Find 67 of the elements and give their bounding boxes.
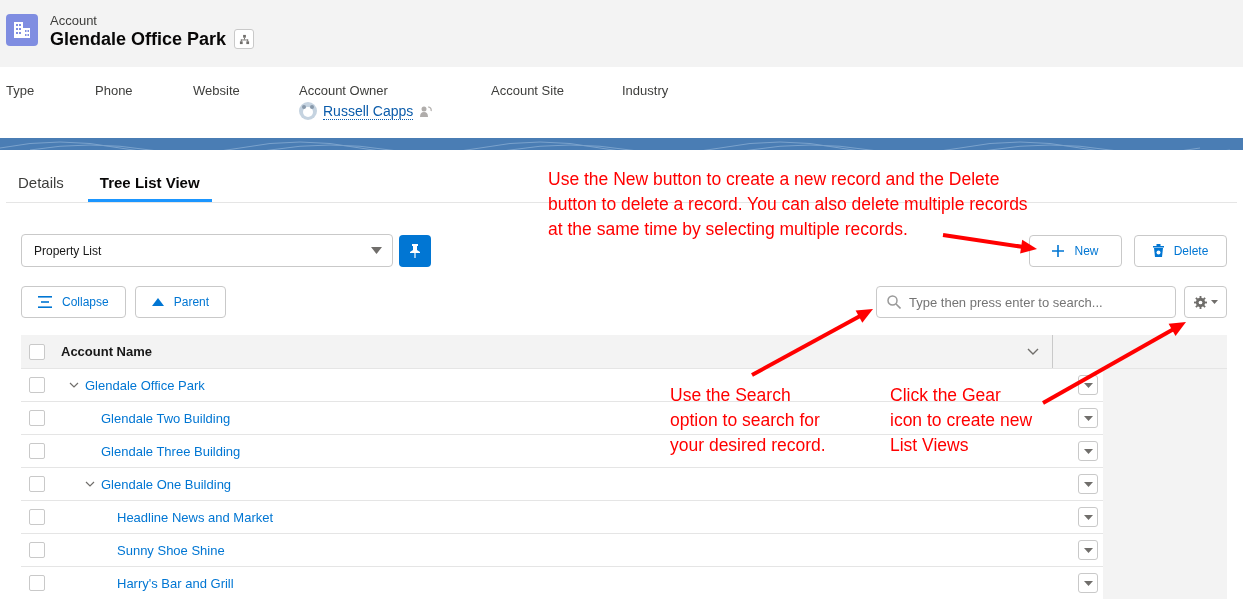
search-field[interactable]: Type then press enter to search...: [876, 286, 1176, 318]
row-actions-button[interactable]: [1078, 573, 1098, 593]
search-icon: [887, 295, 901, 309]
row-actions-button[interactable]: [1078, 408, 1098, 428]
field-label: Type: [6, 83, 36, 98]
row-checkbox[interactable]: [29, 476, 45, 492]
tab[interactable]: Details: [6, 170, 76, 202]
account-link[interactable]: Sunny Shoe Shine: [117, 542, 225, 558]
field-label: Industry: [622, 83, 669, 98]
row-checkbox[interactable]: [29, 410, 45, 426]
hierarchy-icon: [238, 33, 250, 45]
list-view-dropdown[interactable]: Property List: [21, 234, 393, 267]
new-button[interactable]: New: [1029, 234, 1122, 267]
annotation-note: Use the Search option to search for your desired record.: [670, 384, 827, 457]
tab[interactable]: Tree List View: [87, 170, 212, 202]
collapse-button[interactable]: Collapse: [21, 286, 126, 318]
chevron-down-icon[interactable]: [85, 481, 95, 487]
row-checkbox[interactable]: [29, 377, 45, 393]
owner-link[interactable]: Russell Capps: [323, 102, 414, 120]
row-checkbox[interactable]: [29, 509, 45, 525]
parent-button[interactable]: Parent: [134, 286, 227, 318]
field-label: Account Owner: [299, 83, 389, 98]
caret-icon: [1083, 415, 1093, 421]
object-label: Account: [50, 14, 98, 28]
caret-icon: [1083, 547, 1093, 553]
account-link[interactable]: Glendale Three Building: [101, 443, 241, 459]
hierarchy-button[interactable]: [234, 29, 255, 49]
row-checkbox[interactable]: [29, 542, 45, 558]
caret-icon: [1083, 382, 1093, 388]
row-checkbox[interactable]: [29, 443, 45, 459]
caret-icon: [1083, 580, 1093, 586]
column-header: Account Name: [61, 344, 153, 359]
select-all-checkbox[interactable]: [29, 343, 45, 360]
field-label: Account Site: [491, 83, 565, 98]
pin-icon: [410, 243, 420, 258]
field-label: Website: [193, 83, 241, 98]
caret-icon: [371, 247, 382, 254]
row-actions-button[interactable]: [1078, 474, 1098, 494]
account-link[interactable]: Glendale One Building: [101, 476, 232, 492]
field-label: Phone: [95, 83, 134, 98]
record-title: Glendale Office Park: [50, 28, 227, 50]
avatar-icon: [299, 102, 317, 120]
collapse-icon: [38, 296, 52, 308]
caret-icon: [1083, 481, 1093, 487]
caret-icon: [1083, 514, 1093, 520]
chevron-down-icon[interactable]: [69, 382, 79, 388]
row-actions-button[interactable]: [1078, 441, 1098, 461]
settings-button[interactable]: [1184, 286, 1227, 318]
row-actions-button[interactable]: [1078, 507, 1098, 527]
annotation-note: Click the Gear icon to create new List Views: [890, 384, 1034, 457]
account-link[interactable]: Headline News and Market: [117, 509, 274, 525]
plus-icon: [1052, 244, 1065, 257]
row-actions-button[interactable]: [1078, 540, 1098, 560]
row-checkbox[interactable]: [29, 575, 45, 591]
triangle-up-icon: [151, 298, 164, 306]
gear-icon: [1193, 295, 1207, 309]
account-link[interactable]: Harry's Bar and Grill: [117, 575, 234, 591]
caret-icon: [1083, 448, 1093, 454]
chevron-down-icon[interactable]: [1027, 348, 1039, 355]
account-link[interactable]: Glendale Office Park: [85, 377, 205, 393]
annotation-note: Use the New button to create a new record and the Delete button to delete a record. You can also delete multiple records at the same time by selecting multiple records.: [548, 168, 1029, 241]
caret-icon: [1210, 300, 1218, 304]
account-link[interactable]: Glendale Two Building: [101, 410, 231, 426]
building-icon: [6, 14, 38, 46]
trash-icon: [1152, 244, 1164, 257]
delete-button[interactable]: Delete: [1134, 234, 1227, 267]
pin-button[interactable]: [399, 234, 431, 267]
